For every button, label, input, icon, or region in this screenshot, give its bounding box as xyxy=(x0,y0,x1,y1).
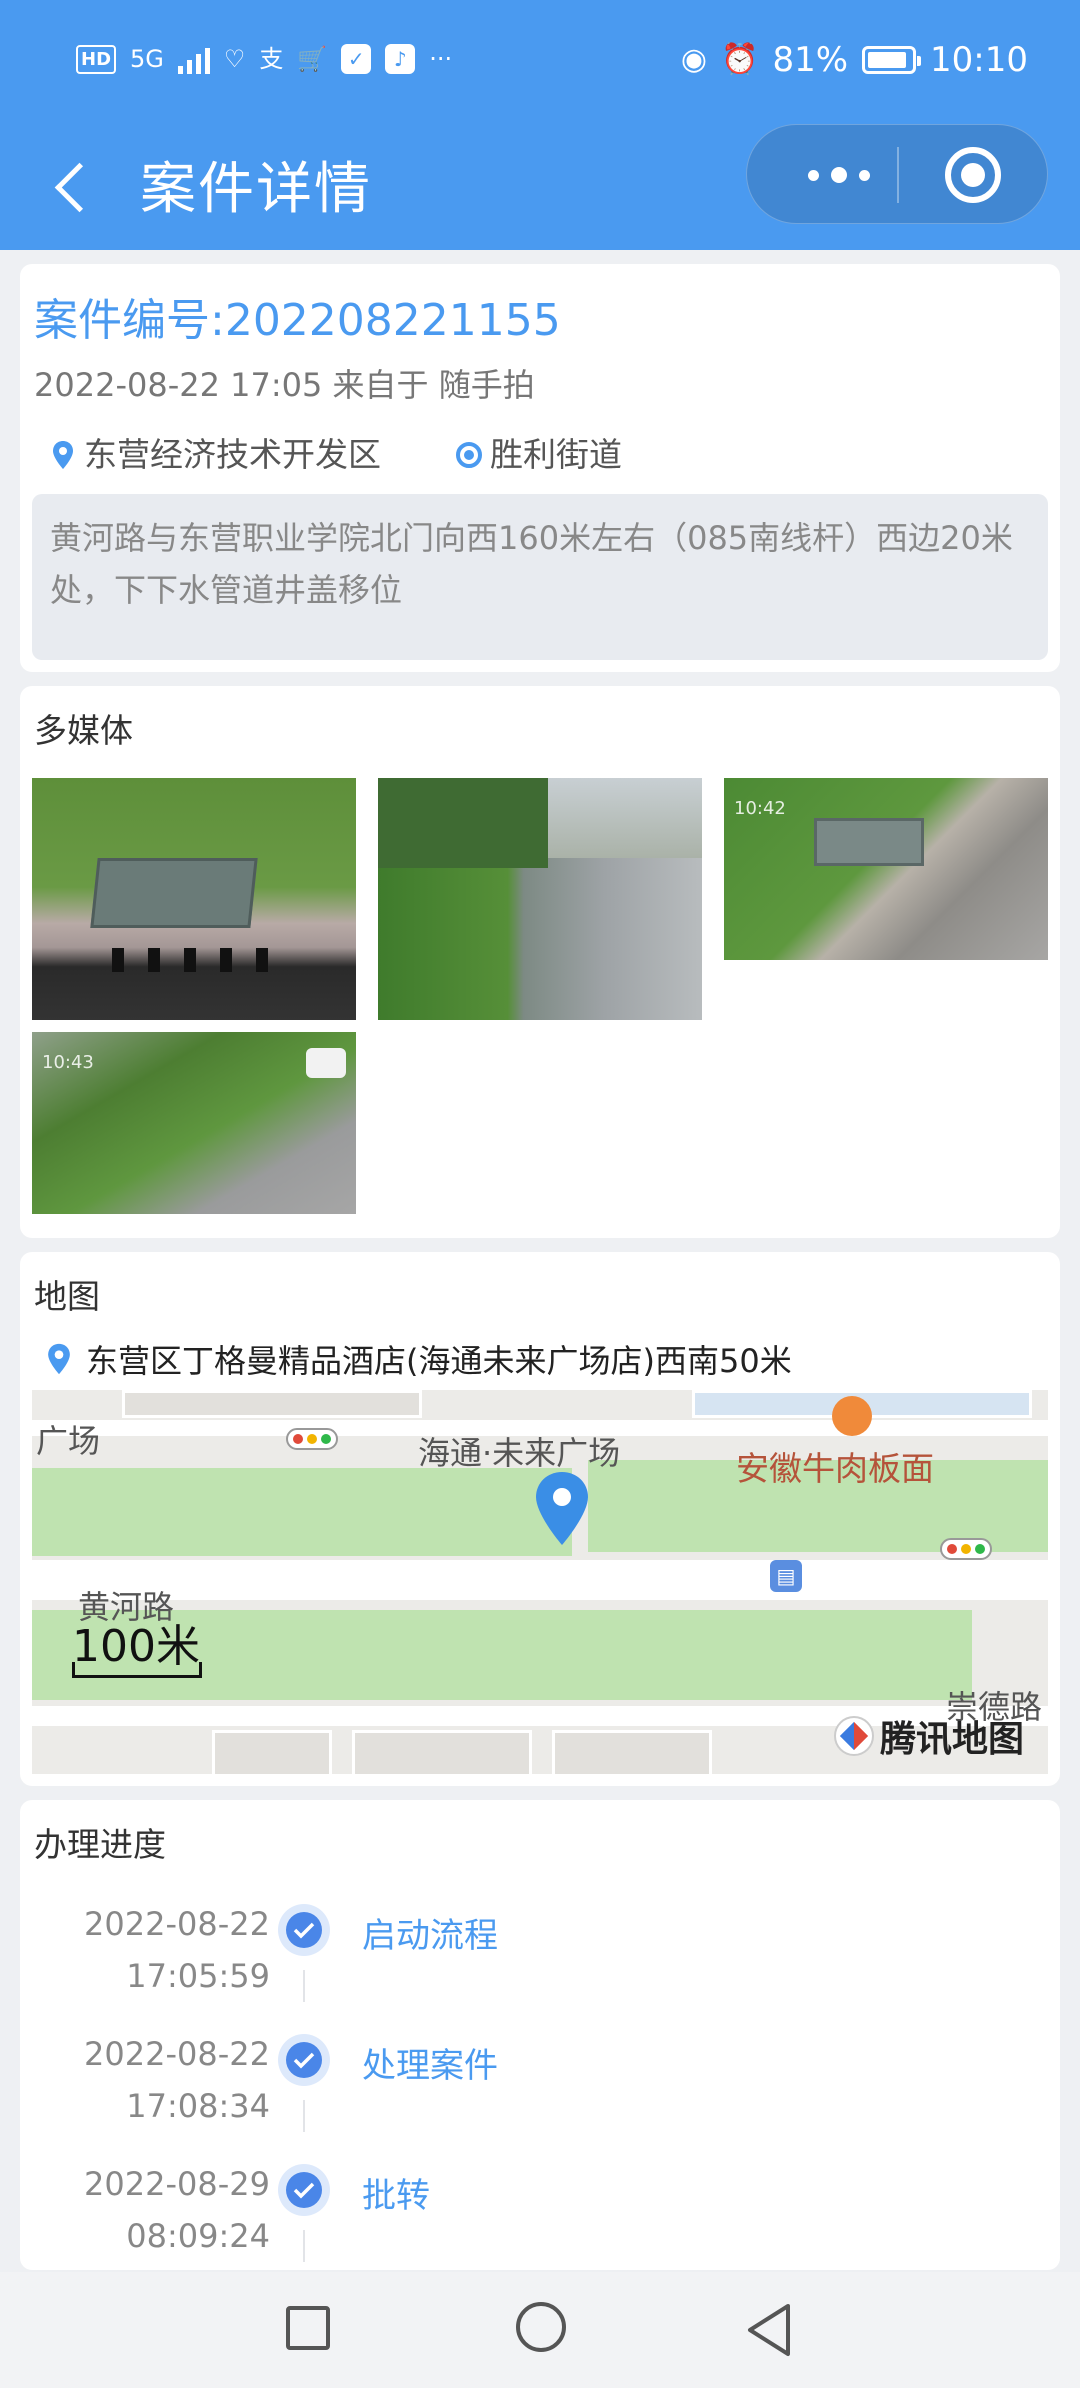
more-menu-button[interactable] xyxy=(789,125,889,225)
step-name: 启动流程 xyxy=(362,1916,498,1956)
map-green-belt xyxy=(32,1468,572,1556)
bus-stop-icon: ▤ xyxy=(770,1560,802,1592)
health-icon: ♡ xyxy=(223,45,246,73)
battery-icon xyxy=(862,46,922,74)
location-pin-icon xyxy=(48,1343,70,1375)
restaurant-icon xyxy=(832,1396,872,1436)
map-address-bar: 东营区丁格曼精品酒店(海通未来广场店)西南50米 xyxy=(32,1328,1048,1390)
map-poi-food: 安徽牛肉板面 xyxy=(736,1449,934,1488)
media-photo[interactable] xyxy=(32,778,356,1020)
step-date: 2022-08-22 xyxy=(84,1905,270,1943)
map-label-plaza-left: 广场 xyxy=(36,1422,101,1460)
step-time: 17:05:59 xyxy=(126,1957,270,1995)
case-info-card: 案件编号:202208221155 2022-08-22 17:05 来自于 随… xyxy=(20,264,1060,672)
compass-icon xyxy=(833,1716,874,1756)
network-type: 5G xyxy=(130,45,164,73)
battery-percent: 81% xyxy=(772,40,849,80)
case-description: 黄河路与东营职业学院北门向西160米左右（085南线杆）西边20米处，下下水管道… xyxy=(32,494,1048,660)
back-arrow-icon[interactable] xyxy=(44,152,104,222)
alipay-icon: 支 xyxy=(259,45,284,73)
progress-card: 办理进度 2022-08-22 17:05:59 启动流程 2022-08-22… xyxy=(20,1800,1060,2270)
music-app-icon: ♪ xyxy=(385,44,416,74)
map-block xyxy=(352,1730,532,1774)
map-title: 地图 xyxy=(34,1277,100,1316)
map-brand-label: 腾讯地图 xyxy=(879,1719,1024,1760)
step-date: 2022-08-29 xyxy=(84,2165,270,2203)
district-tag: 东营经济技术开发区 xyxy=(50,428,381,476)
nav-bar: 案件详情 xyxy=(0,124,1080,250)
map-label-plaza: 海通·未来广场 xyxy=(418,1434,621,1472)
map-block xyxy=(212,1730,332,1774)
progress-step: 2022-08-29 08:09:24 批转 xyxy=(20,2146,1060,2266)
map-card: 地图 东营区丁格曼精品酒店(海通未来广场店)西南50米 广场 海通·未来广场 安… xyxy=(20,1252,1060,1786)
step-datetime: 2022-08-22 17:05:59 xyxy=(84,1898,270,2002)
back-button[interactable] xyxy=(744,2302,794,2358)
photo-timestamp: 10:43 xyxy=(42,1052,94,1073)
top-bar: HD 5G ♡ 支 🛒 ✓ ♪ ··· ◉ ⏰ 81% 10:10 案件详情 xyxy=(0,0,1080,250)
status-left: HD 5G ♡ 支 🛒 ✓ ♪ ··· xyxy=(76,44,452,74)
media-photo[interactable]: 10:42 xyxy=(724,778,1048,960)
step-time: 08:09:24 xyxy=(126,2217,270,2255)
check-icon xyxy=(278,2034,330,2086)
page-title: 案件详情 xyxy=(140,157,372,222)
step-name: 批转 xyxy=(362,2176,430,2216)
media-photo[interactable]: 10:43 xyxy=(32,1032,356,1214)
drain-slots xyxy=(112,948,268,972)
check-icon xyxy=(278,2164,330,2216)
step-connector xyxy=(303,1970,305,2002)
close-mini-program-button[interactable] xyxy=(945,147,1001,203)
district-label: 东营经济技术开发区 xyxy=(84,435,381,474)
case-number: 案件编号:202208221155 xyxy=(34,295,561,346)
map-road xyxy=(32,1560,1048,1600)
step-datetime: 2022-08-29 08:09:24 xyxy=(84,2158,270,2262)
progress-title: 办理进度 xyxy=(34,1825,166,1864)
eye-icon: ◉ xyxy=(680,42,708,77)
map-scale-bar xyxy=(72,1662,202,1678)
traffic-light-icon xyxy=(940,1538,992,1560)
step-connector xyxy=(303,2230,305,2262)
step-time: 17:08:34 xyxy=(126,2087,270,2125)
manhole-cover xyxy=(814,818,924,866)
map-brand: 腾讯地图 xyxy=(833,1710,1024,1762)
system-nav-bar xyxy=(0,2272,1080,2388)
map-view[interactable]: 广场 海通·未来广场 安徽牛肉板面 黄河路 崇德路 ▤ 100米 腾讯地图 xyxy=(32,1390,1048,1774)
photo-timestamp: 10:42 xyxy=(734,798,786,819)
step-connector xyxy=(303,2100,305,2132)
hd-icon: HD xyxy=(76,44,117,74)
mini-program-capsule xyxy=(746,124,1048,224)
cart-icon: 🛒 xyxy=(297,45,328,73)
location-pin-icon xyxy=(50,439,76,469)
progress-step: 2022-08-22 17:08:34 处理案件 xyxy=(20,2016,1060,2136)
step-date: 2022-08-22 xyxy=(84,2035,270,2073)
case-meta: 2022-08-22 17:05 来自于 随手拍 xyxy=(34,366,535,404)
location-target-icon xyxy=(456,439,482,468)
street-label: 胜利街道 xyxy=(490,435,622,474)
media-card: 多媒体 10:42 10:43 xyxy=(20,686,1060,1238)
shield-app-icon: ✓ xyxy=(341,44,372,74)
more-notifications-icon: ··· xyxy=(429,45,453,73)
map-block xyxy=(122,1390,422,1418)
signal-icon xyxy=(177,44,210,74)
photo-trees xyxy=(378,778,548,868)
media-photo[interactable] xyxy=(378,778,702,1020)
recents-button[interactable] xyxy=(286,2306,330,2350)
status-right: ◉ ⏰ 81% 10:10 xyxy=(681,40,1028,80)
photo-car xyxy=(306,1048,346,1078)
step-datetime: 2022-08-22 17:08:34 xyxy=(84,2028,270,2132)
street-tag: 胜利街道 xyxy=(456,428,622,476)
media-title: 多媒体 xyxy=(34,711,133,750)
alarm-icon: ⏰ xyxy=(721,42,759,77)
progress-step: 2022-08-22 17:05:59 启动流程 xyxy=(20,1886,1060,2006)
home-button[interactable] xyxy=(516,2302,566,2352)
map-block xyxy=(552,1730,712,1774)
status-bar: HD 5G ♡ 支 🛒 ✓ ♪ ··· ◉ ⏰ 81% 10:10 xyxy=(0,0,1080,130)
manhole-cover xyxy=(90,858,258,928)
check-icon xyxy=(278,1904,330,1956)
clock: 10:10 xyxy=(930,40,1028,80)
map-location-pin-icon xyxy=(536,1472,588,1545)
traffic-light-icon xyxy=(286,1428,338,1450)
step-name: 处理案件 xyxy=(362,2046,498,2086)
capsule-divider xyxy=(897,147,899,203)
map-address: 东营区丁格曼精品酒店(海通未来广场店)西南50米 xyxy=(86,1342,792,1380)
